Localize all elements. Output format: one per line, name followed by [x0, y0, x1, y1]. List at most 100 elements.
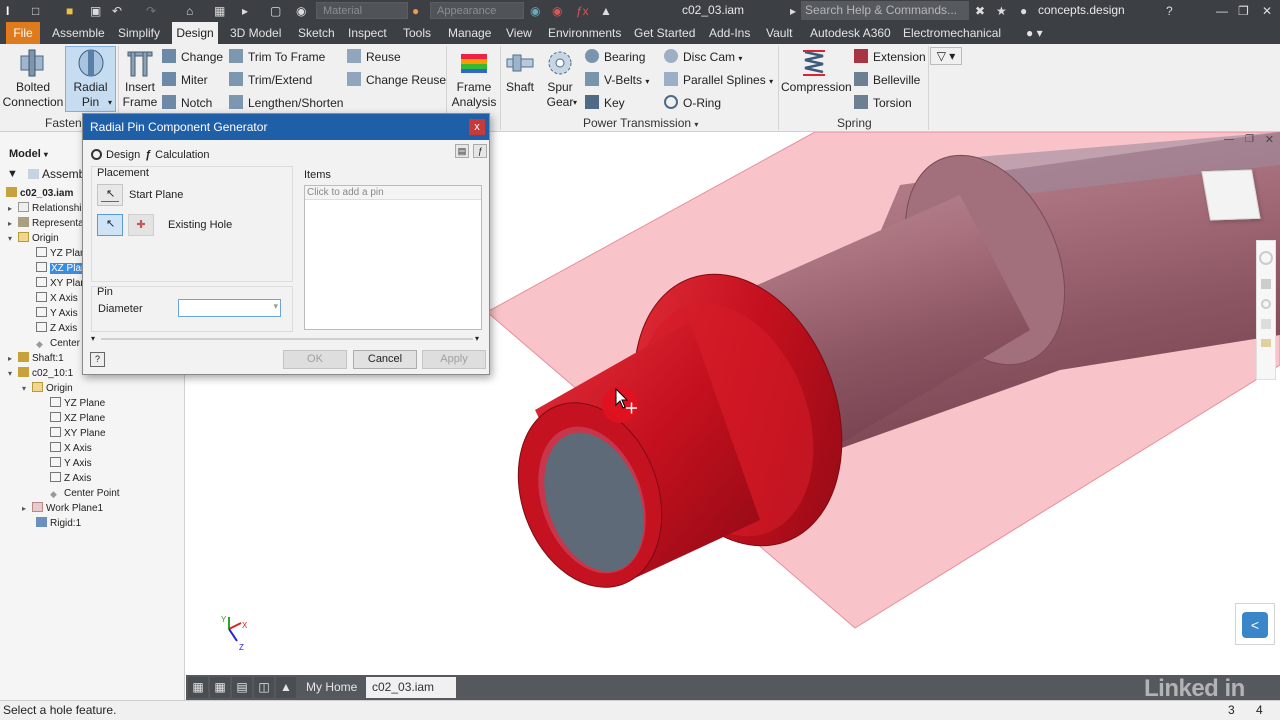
ilogic-icon[interactable]: ◉: [296, 3, 306, 19]
redo-icon[interactable]: ↷: [146, 3, 156, 19]
tree-y-axis-2[interactable]: Y Axis: [50, 456, 92, 471]
share-button[interactable]: <: [1235, 603, 1275, 645]
miter-button[interactable]: Miter: [162, 70, 208, 90]
open-icon[interactable]: ■: [66, 3, 73, 19]
dialog-close-button[interactable]: x: [469, 119, 485, 135]
tile-vertical-icon[interactable]: ◫: [254, 677, 274, 698]
material-combo[interactable]: Material: [316, 2, 408, 19]
tab-design-dialog[interactable]: Design: [91, 146, 140, 164]
templates-icon[interactable]: ▤: [455, 144, 469, 158]
tab-sketch[interactable]: Sketch: [294, 22, 339, 44]
tab-electromechanical[interactable]: Electromechanical: [899, 22, 1005, 44]
tab-simplify[interactable]: Simplify: [114, 22, 164, 44]
close-icon[interactable]: ✕: [1262, 3, 1272, 19]
tree-work-plane1[interactable]: ▸ Work Plane1: [22, 501, 103, 516]
tree-center-point[interactable]: ◆ Center: [36, 336, 80, 351]
expand-icon[interactable]: ▸: [8, 351, 18, 366]
tab-my-home[interactable]: My Home: [300, 677, 363, 698]
tree-c02-10[interactable]: ▾ c02_10:1: [8, 366, 73, 381]
home-icon[interactable]: ⌂: [186, 3, 193, 19]
hole-option-button[interactable]: ✚: [128, 214, 154, 236]
tree-xz-plane-selected[interactable]: XZ Plan: [36, 261, 88, 276]
dialog-title[interactable]: Radial Pin Component Generator: [83, 114, 489, 140]
tree-representations[interactable]: ▸ Representa: [8, 216, 84, 231]
tab-inspect[interactable]: Inspect: [344, 22, 391, 44]
tile-cascade-icon[interactable]: ▦: [188, 677, 208, 698]
tab-tools[interactable]: Tools: [399, 22, 435, 44]
start-plane-select-button[interactable]: ↖: [97, 184, 123, 206]
panel-options-icon[interactable]: ● ▾: [1022, 22, 1047, 44]
clear-icon[interactable]: ◉: [552, 3, 562, 19]
tree-origin-2[interactable]: ▾ Origin: [22, 381, 73, 396]
items-placeholder-row[interactable]: Click to add a pin: [305, 186, 481, 200]
tree-z-axis-2[interactable]: Z Axis: [50, 471, 91, 486]
qa-extra-icon[interactable]: ▲: [600, 3, 612, 19]
tab-environments[interactable]: Environments: [544, 22, 625, 44]
new-icon[interactable]: □: [32, 3, 39, 19]
frame-analysis-button[interactable]: Frame Analysis: [450, 48, 498, 110]
save-icon[interactable]: ▣: [90, 3, 101, 19]
tree-xy-plane-2[interactable]: XY Plane: [50, 426, 106, 441]
parallel-splines-dropdown-icon[interactable]: ▾: [769, 77, 773, 86]
tree-yz-plane-2[interactable]: YZ Plane: [50, 396, 105, 411]
diameter-select[interactable]: ▾: [178, 299, 281, 317]
disc-cam-button[interactable]: Disc Cam ▾: [664, 47, 742, 67]
spur-gear-dropdown-icon[interactable]: ▾: [573, 98, 577, 107]
favorites-icon[interactable]: ★: [996, 3, 1007, 19]
trim-extend-button[interactable]: Trim/Extend: [229, 70, 312, 90]
compression-button[interactable]: Compression: [781, 48, 852, 95]
tree-y-axis[interactable]: Y Axis: [36, 306, 78, 321]
adjust-icon[interactable]: ◉: [530, 3, 540, 19]
appearance-icon[interactable]: ●: [412, 3, 419, 19]
parameters-icon[interactable]: ƒx: [576, 3, 589, 19]
insert-frame-button[interactable]: Insert Frame: [122, 48, 158, 110]
pan-icon[interactable]: [1261, 279, 1271, 289]
tree-x-axis[interactable]: X Axis: [36, 291, 78, 306]
tree-xy-plane[interactable]: XY Plan: [36, 276, 86, 291]
viewport-restore-icon[interactable]: ❐: [1245, 134, 1254, 145]
orbit-icon[interactable]: [1261, 319, 1271, 329]
panel-menu-button[interactable]: ▽ ▾: [930, 47, 962, 65]
parallel-splines-button[interactable]: Parallel Splines ▾: [664, 70, 773, 90]
tree-x-axis-2[interactable]: X Axis: [50, 441, 92, 456]
existing-hole-select-button[interactable]: ↖: [97, 214, 123, 236]
zoom-icon[interactable]: [1261, 299, 1271, 309]
tree-relationships[interactable]: ▸ Relationshi: [8, 201, 81, 216]
lengthen-shorten-button[interactable]: Lengthen/Shorten: [229, 93, 343, 113]
extension-button[interactable]: Extension: [854, 47, 926, 67]
tab-assemble[interactable]: Assemble: [48, 22, 109, 44]
torsion-button[interactable]: Torsion: [854, 93, 912, 113]
tab-vault[interactable]: Vault: [762, 22, 796, 44]
trim-to-frame-button[interactable]: Trim To Frame: [229, 47, 325, 67]
panel-fasten[interactable]: Fasten: [45, 116, 82, 130]
find-icon[interactable]: ✖: [975, 3, 985, 19]
items-list[interactable]: Click to add a pin: [304, 185, 482, 330]
look-at-icon[interactable]: [1261, 339, 1271, 347]
tab-get-started[interactable]: Get Started: [630, 22, 699, 44]
help-icon[interactable]: ?: [1166, 3, 1173, 19]
collapse-icon[interactable]: ▾: [91, 334, 95, 343]
cancel-button[interactable]: Cancel: [353, 350, 417, 369]
expand-icon[interactable]: ▸: [8, 216, 18, 231]
user-icon[interactable]: ●: [1020, 3, 1027, 19]
tab-view[interactable]: View: [502, 22, 536, 44]
calculation-mode-icon[interactable]: ƒ: [473, 144, 487, 158]
tree-xz-plane-2[interactable]: XZ Plane: [50, 411, 105, 426]
radial-pin-dropdown-icon[interactable]: ▾: [108, 98, 112, 107]
measure-icon[interactable]: ▢: [270, 3, 281, 19]
panel-power-transmission-dropdown-icon[interactable]: ▾: [694, 120, 698, 129]
inventor-logo-icon[interactable]: I: [6, 3, 9, 19]
browser-header[interactable]: Model ▾: [9, 148, 48, 160]
tab-scroll-up-icon[interactable]: ▲: [276, 677, 296, 698]
tree-yz-plane[interactable]: YZ Plan: [36, 246, 86, 261]
tab-add-ins[interactable]: Add-Ins: [705, 22, 754, 44]
view-cube[interactable]: [1201, 169, 1261, 221]
bolted-connection-button[interactable]: Bolted Connection: [2, 48, 64, 110]
tree-center-point-2[interactable]: ◆ Center Point: [50, 486, 120, 501]
select-icon[interactable]: ▸: [242, 3, 248, 19]
expand-icon[interactable]: ▸: [22, 501, 32, 516]
tab-calculation[interactable]: ƒ Calculation: [145, 146, 210, 164]
collapse-icon[interactable]: ▾: [8, 366, 18, 381]
filter-icon[interactable]: ▼: [7, 168, 18, 180]
tree-z-axis[interactable]: Z Axis: [36, 321, 77, 336]
